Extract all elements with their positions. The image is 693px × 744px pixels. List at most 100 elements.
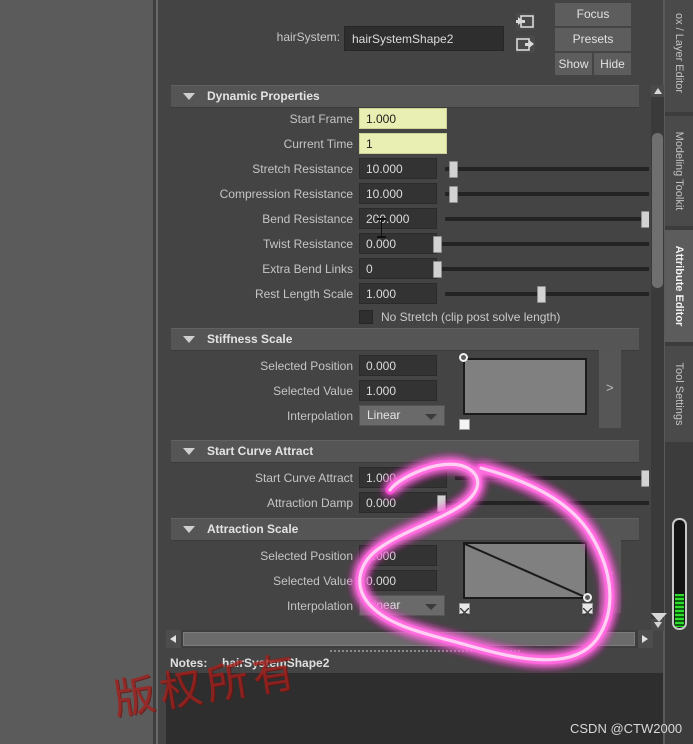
row-label: Selected Position	[260, 359, 353, 373]
splitter-handle[interactable]	[330, 650, 520, 654]
attraction-selected-value-field[interactable]: 0.000	[359, 570, 437, 591]
vertical-scrollbar-thumb[interactable]	[652, 133, 663, 288]
chevron-down-icon	[183, 526, 195, 533]
scroll-up-button[interactable]	[651, 85, 664, 97]
ramp-position-marker-square[interactable]	[459, 419, 470, 430]
row-label: Stretch Resistance	[252, 162, 353, 176]
bend-resistance-field[interactable]: 200.000	[359, 208, 437, 229]
slider-thumb[interactable]	[537, 286, 546, 303]
chevron-up-icon	[654, 88, 662, 94]
no-stretch-label: No Stretch (clip post solve length)	[381, 310, 561, 324]
vertical-scrollbar[interactable]	[651, 85, 664, 631]
text-cursor-icon	[377, 218, 386, 238]
tab-label: ox / Layer Editor	[673, 12, 685, 94]
tab-attribute-editor[interactable]: Attribute Editor	[665, 230, 693, 342]
stiffness-interpolation-dropdown[interactable]: Linear	[359, 405, 445, 426]
attraction-damp-slider[interactable]	[437, 495, 649, 512]
arrow-out-of-box-icon[interactable]	[516, 36, 535, 53]
section-dynamic-properties[interactable]: Dynamic Properties	[171, 85, 639, 108]
stiffness-ramp-graph[interactable]	[463, 358, 587, 415]
section-title: Stiffness Scale	[207, 332, 293, 346]
attraction-damp-field[interactable]: 0.000	[359, 492, 447, 513]
no-stretch-checkbox[interactable]	[359, 310, 373, 324]
current-time-field[interactable]: 1	[359, 133, 447, 154]
attraction-interpolation-dropdown[interactable]: Linear	[359, 595, 445, 616]
section-attraction-scale[interactable]: Attraction Scale	[171, 518, 639, 541]
rest-length-scale-field[interactable]: 1.000	[359, 283, 437, 304]
section-stiffness-scale[interactable]: Stiffness Scale	[171, 328, 639, 351]
presets-button[interactable]: Presets	[555, 28, 631, 51]
stretch-resistance-slider[interactable]	[445, 161, 649, 178]
slider-thumb[interactable]	[449, 161, 458, 178]
slider-thumb[interactable]	[433, 261, 442, 278]
maya-attribute-editor-screenshot: hairSystem: hairSystemShape2 Focus Prese…	[0, 0, 693, 744]
row-label: Rest Length Scale	[254, 287, 353, 301]
show-button[interactable]: Show	[555, 53, 592, 75]
row-extra-bend-links: Extra Bend Links 0	[171, 258, 649, 282]
slider-thumb[interactable]	[433, 236, 442, 253]
attraction-ramp-expand-button[interactable]: >	[599, 535, 621, 613]
stiffness-selected-position-field[interactable]: 0.000	[359, 355, 437, 376]
section-title: Start Curve Attract	[207, 444, 314, 458]
chevron-down-icon	[183, 448, 195, 455]
compression-resistance-field[interactable]: 10.000	[359, 183, 437, 204]
row-rest-length-scale: Rest Length Scale 1.000	[171, 283, 649, 307]
stiffness-selected-value-field[interactable]: 1.000	[359, 380, 437, 401]
attraction-selected-position-field[interactable]: 1.000	[359, 545, 437, 566]
gauge-fill	[675, 594, 684, 627]
scroll-right-button[interactable]	[638, 630, 653, 648]
row-attraction-damp: Attraction Damp 0.000	[171, 492, 649, 516]
row-label: Current Time	[283, 137, 353, 151]
section-start-curve-attract[interactable]: Start Curve Attract	[171, 440, 639, 463]
tab-tool-settings[interactable]: Tool Settings	[665, 346, 693, 442]
slider-thumb[interactable]	[449, 186, 458, 203]
ramp-position-marker-circle[interactable]	[459, 353, 468, 362]
stiffness-ramp-expand-button[interactable]: >	[599, 350, 621, 428]
extra-bend-links-slider[interactable]	[433, 261, 649, 278]
vertical-value-gauge[interactable]	[672, 518, 687, 630]
tab-channel-box-layer-editor[interactable]: ox / Layer Editor	[665, 0, 693, 112]
slider-thumb[interactable]	[641, 470, 649, 487]
rest-length-scale-slider[interactable]	[445, 286, 649, 303]
chevron-left-icon	[170, 635, 176, 643]
row-label: Selected Position	[260, 549, 353, 563]
expand-glyph: >	[606, 565, 614, 580]
stretch-resistance-field[interactable]: 10.000	[359, 158, 437, 179]
bend-resistance-slider[interactable]	[445, 211, 649, 228]
row-compression-resistance: Compression Resistance 10.000	[171, 183, 649, 207]
attribute-scroll-body[interactable]: Dynamic Properties Start Frame 1.000 Cur…	[171, 85, 649, 630]
row-stretch-resistance: Stretch Resistance 10.000	[171, 158, 649, 182]
attribute-editor-header: hairSystem: hairSystemShape2 Focus Prese…	[158, 0, 663, 84]
scroll-left-button[interactable]	[166, 630, 181, 648]
row-label: Interpolation	[286, 599, 353, 613]
tab-modeling-toolkit[interactable]: Modeling Toolkit	[665, 116, 693, 226]
scroll-down-arrow-corner-icon[interactable]	[651, 613, 667, 622]
twist-resistance-field[interactable]: 0.000	[359, 233, 437, 254]
ramp-position-marker-square[interactable]	[459, 603, 470, 618]
slider-thumb[interactable]	[437, 495, 446, 512]
slider-thumb[interactable]	[641, 211, 649, 228]
chevron-down-icon	[425, 414, 437, 420]
right-tab-strip: ox / Layer Editor Modeling Toolkit Attri…	[665, 0, 693, 744]
start-frame-field[interactable]: 1.000	[359, 108, 447, 129]
focus-button[interactable]: Focus	[555, 3, 631, 26]
attraction-ramp-graph[interactable]	[463, 542, 587, 599]
extra-bend-links-field[interactable]: 0	[359, 258, 437, 279]
row-bend-resistance: Bend Resistance 200.000	[171, 208, 649, 232]
tab-label: Modeling Toolkit	[673, 131, 685, 211]
hide-button[interactable]: Hide	[594, 53, 631, 75]
ramp-position-marker-square-end[interactable]	[582, 603, 593, 618]
row-start-frame: Start Frame 1.000	[171, 108, 649, 132]
ramp-position-marker-circle[interactable]	[583, 593, 592, 602]
row-label: Interpolation	[286, 409, 353, 423]
twist-resistance-slider[interactable]	[433, 236, 649, 253]
start-curve-attract-slider[interactable]	[455, 470, 649, 487]
row-label: Selected Value	[273, 574, 353, 588]
chevron-down-icon	[183, 336, 195, 343]
row-label: Start Frame	[289, 112, 353, 126]
arrow-into-box-icon[interactable]	[516, 13, 535, 30]
viewport-panel[interactable]	[0, 0, 153, 744]
start-curve-attract-field[interactable]: 1.000	[359, 467, 447, 488]
node-name-field[interactable]: hairSystemShape2	[344, 26, 504, 51]
compression-resistance-slider[interactable]	[445, 186, 649, 203]
